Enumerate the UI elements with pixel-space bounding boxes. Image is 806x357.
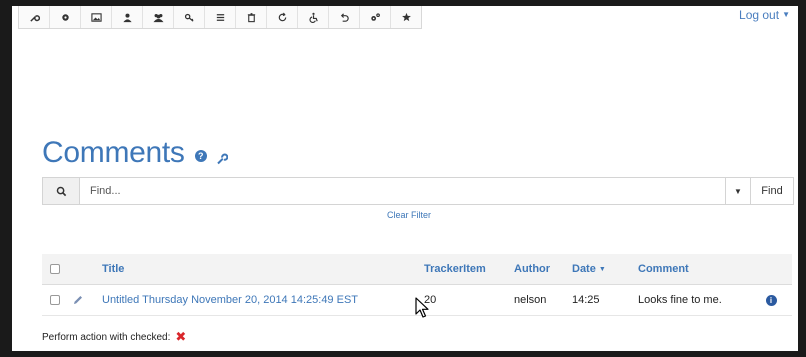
wrench-icon[interactable]: [19, 6, 50, 28]
cogs-icon[interactable]: [360, 6, 391, 28]
row-title-cell: Untitled Thursday November 20, 2014 14:2…: [102, 294, 424, 306]
key-icon[interactable]: [174, 6, 205, 28]
app-window: Log out▼ Comments ? ▼ Find Clear Filter …: [12, 6, 798, 351]
sort-desc-icon: ▼: [598, 266, 606, 273]
row-title-link[interactable]: Untitled Thursday November 20, 2014 14:2…: [102, 294, 358, 306]
users-icon[interactable]: [143, 6, 174, 28]
row-comment: Looks fine to me.: [638, 294, 722, 306]
caret-down-icon: ▼: [734, 186, 742, 196]
table-header: Title TrackerItem Author Date ▼ Comment: [42, 254, 792, 285]
row-check-cell: [42, 295, 72, 305]
wheelchair-icon[interactable]: [298, 6, 329, 28]
pencil-icon[interactable]: [72, 294, 84, 306]
select-all-checkbox[interactable]: [50, 264, 60, 274]
row-author: nelson: [514, 294, 547, 306]
row-trackeritem: 20: [424, 294, 437, 306]
clear-filter-link[interactable]: Clear Filter: [387, 210, 431, 220]
delete-checked-icon[interactable]: ✖: [175, 329, 186, 345]
search-input[interactable]: [80, 178, 725, 204]
column-header-trackeritem[interactable]: TrackerItem: [424, 263, 514, 275]
row-checkbox[interactable]: [50, 295, 60, 305]
select-all-cell: [42, 264, 72, 274]
page-title: Comments: [42, 136, 185, 169]
trash-icon[interactable]: [236, 6, 267, 28]
logout-label[interactable]: Log out: [739, 8, 779, 22]
edit-wrench-icon[interactable]: [216, 139, 228, 173]
row-edit-cell: [72, 294, 102, 306]
column-header-date-label[interactable]: Date: [572, 263, 596, 275]
admin-toolbar: [18, 6, 422, 29]
chevron-down-icon: ▼: [782, 10, 790, 19]
info-icon[interactable]: i: [765, 294, 777, 306]
help-icon[interactable]: ?: [194, 150, 207, 162]
search-options-dropdown[interactable]: ▼: [725, 178, 750, 204]
bulk-action-label: Perform action with checked:: [42, 331, 171, 343]
refresh-icon[interactable]: [267, 6, 298, 28]
search-icon: [43, 178, 80, 204]
find-button[interactable]: Find: [750, 178, 793, 204]
search-bar: ▼ Find: [42, 177, 794, 205]
logout-link[interactable]: Log out ▼: [739, 8, 790, 22]
column-header-comment[interactable]: Comment: [638, 263, 756, 275]
row-info-cell: i: [756, 294, 786, 306]
title-actions: ?: [194, 133, 228, 173]
page-title-row: Comments ?: [42, 133, 228, 173]
list-icon[interactable]: [205, 6, 236, 28]
mouse-cursor-icon: [415, 297, 429, 318]
column-header-date[interactable]: Date ▼: [572, 263, 638, 275]
cog-badge-icon[interactable]: [391, 6, 421, 28]
undo-icon[interactable]: [329, 6, 360, 28]
image-icon[interactable]: [81, 6, 112, 28]
row-date: 14:25: [572, 294, 600, 306]
column-header-author[interactable]: Author: [514, 263, 572, 275]
column-header-title[interactable]: Title: [102, 263, 424, 275]
user-icon[interactable]: [112, 6, 143, 28]
bulk-action-bar: Perform action with checked: ✖: [42, 329, 186, 345]
gear-icon[interactable]: [50, 6, 81, 28]
